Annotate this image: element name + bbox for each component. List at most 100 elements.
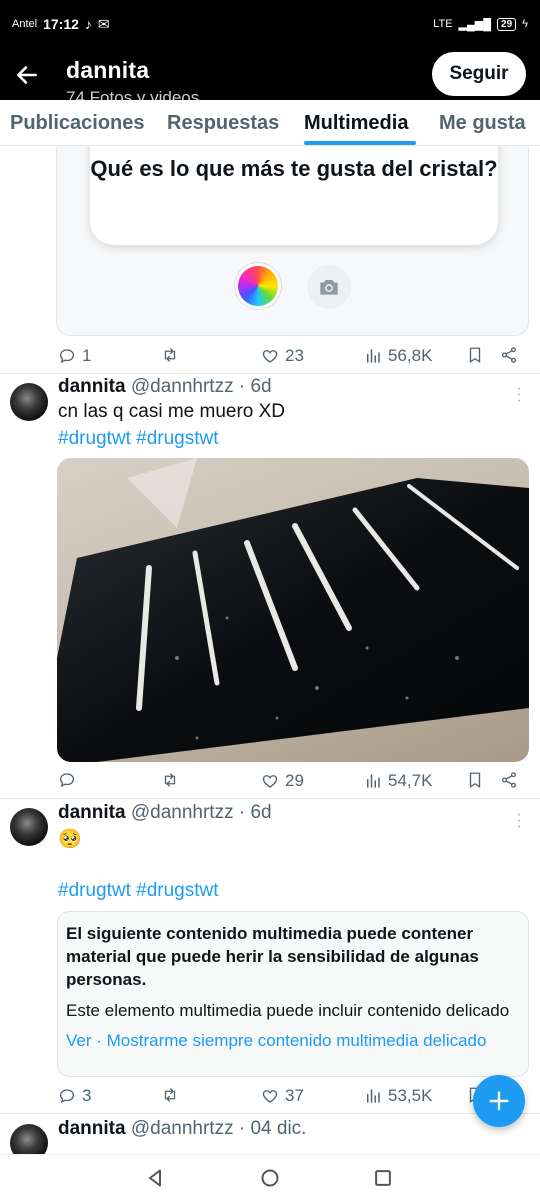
author-name[interactable]: dannita [58,802,126,823]
post-photo[interactable] [57,458,529,762]
back-arrow-icon[interactable] [14,62,40,88]
author-name[interactable]: dannita [58,1118,126,1139]
heart-icon [262,775,278,788]
poll-question: Qué es lo que más te gusta del cristal? [90,146,498,245]
post-time: · 6d [238,802,272,823]
post-actions: 3 37 53,5K [56,1086,530,1110]
reply-icon [59,1089,75,1104]
views-button[interactable]: 53,5K [364,1086,432,1106]
network-label: LTE [433,18,453,30]
post-author-line: dannita @dannhrtzz · 04 dic. [58,1118,306,1140]
like-button[interactable]: 37 [261,1086,304,1106]
reply-button[interactable]: 3 [58,1086,91,1106]
color-picker-icon [238,266,278,306]
post-divider [0,798,540,799]
reply-icon [59,773,75,788]
repost-button[interactable] [161,771,185,789]
battery-icon: 29 [497,17,517,31]
like-count: 37 [285,1086,304,1105]
post-actions: 29 54,7K [56,771,530,795]
post-divider [0,373,540,374]
view-count: 56,8K [388,346,433,365]
signal-icon: ▂▄▆█ [458,18,492,31]
repost-icon [164,773,176,787]
like-count: 29 [285,771,304,790]
author-handle[interactable]: @dannhrtzz [131,802,234,823]
profile-header: dannita 74 Fotos y videos Seguir [0,48,540,100]
post-text: cn las q casi me muero XD [58,401,286,422]
post-time: · 6d [238,376,272,397]
views-icon [367,774,380,788]
bookmark-button[interactable] [466,771,484,789]
photo-image [57,458,529,762]
view-count: 54,7K [388,771,433,790]
nav-back-icon[interactable] [140,1163,170,1193]
nav-recents-icon[interactable] [368,1163,398,1193]
nav-home-icon[interactable] [255,1163,285,1193]
bookmark-button[interactable] [466,346,484,364]
reply-count: 3 [82,1086,92,1105]
repost-button[interactable] [161,1086,185,1104]
author-name[interactable]: dannita [58,376,126,397]
like-count: 23 [285,346,304,365]
share-icon [501,772,517,788]
tab-respuestas[interactable]: Respuestas [167,112,279,135]
repost-icon [164,348,176,362]
share-icon [501,347,517,363]
clock: 17:12 [43,16,79,32]
author-handle[interactable]: @dannhrtzz [131,376,234,397]
avatar[interactable] [10,808,48,846]
post-hashtags[interactable]: #drugtwt #drugstwt [58,428,219,450]
profile-tabs: Publicaciones Respuestas Multimedia Me g… [0,100,540,146]
camera-icon [307,265,351,309]
share-button[interactable] [500,771,518,789]
more-options-icon[interactable]: · · · [516,381,522,409]
view-count: 53,5K [388,1086,433,1105]
post-media-card[interactable]: Qué es lo que más te gusta del cristal? [56,146,529,336]
tab-publicaciones[interactable]: Publicaciones [10,112,145,135]
show-sensitive-link[interactable]: Ver · Mostrarme siempre contenido multim… [66,1031,520,1051]
reply-button[interactable] [58,771,82,789]
repost-icon [164,1088,176,1102]
media-count: 74 Fotos y videos [66,88,200,100]
post-actions: 1 23 56,8K [56,346,530,370]
profile-name: dannita [66,57,150,83]
status-bar: Antel 17:12 ♪ ✉ LTE ▂▄▆█ 29 ϟ [0,0,540,48]
post-divider [0,1113,540,1114]
post-author-line: dannita @dannhrtzz · 6d [58,376,272,398]
sensitive-media-warning[interactable]: El siguiente contenido multimedia puede … [57,911,529,1077]
share-button[interactable] [500,346,518,364]
plus-icon [489,1091,509,1111]
views-icon [367,1089,380,1103]
compose-button[interactable] [473,1075,525,1127]
like-button[interactable]: 29 [261,771,304,791]
follow-button[interactable]: Seguir [432,52,526,96]
more-options-icon[interactable]: · · · [516,807,522,835]
bookmark-icon [469,347,481,364]
active-tab-indicator [304,141,416,145]
tab-me-gusta[interactable]: Me gusta [439,112,526,135]
carrier-label: Antel [12,18,38,30]
author-handle[interactable]: @dannhrtzz [131,1118,234,1139]
views-icon [367,349,380,363]
heart-icon [262,1090,278,1103]
views-button[interactable]: 56,8K [364,346,432,366]
like-button[interactable]: 23 [261,346,304,366]
reply-icon [59,349,75,364]
post-time: · 04 dic. [238,1118,307,1139]
heart-icon [262,350,278,363]
post-text: 🥺 [58,829,82,850]
avatar[interactable] [10,383,48,421]
views-button[interactable]: 54,7K [364,771,432,791]
timeline[interactable]: Qué es lo que más te gusta del cristal? … [0,146,540,1154]
reply-count: 1 [82,346,92,365]
bookmark-icon [469,772,481,789]
tiktok-icon: ♪ [84,16,92,32]
avatar[interactable] [10,1124,48,1154]
post-hashtags[interactable]: #drugtwt #drugstwt [58,880,219,902]
reply-button[interactable]: 1 [58,346,91,366]
warning-body: Este elemento multimedia puede incluir c… [66,1001,510,1020]
repost-button[interactable] [161,346,185,364]
system-nav-bar [0,1154,540,1200]
tab-multimedia[interactable]: Multimedia [304,112,408,135]
